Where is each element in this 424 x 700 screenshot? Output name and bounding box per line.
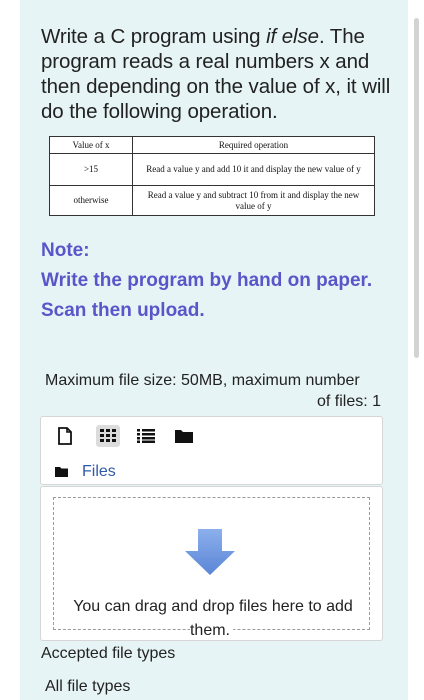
scrollbar[interactable]	[414, 18, 419, 358]
list-view-icon	[137, 429, 155, 443]
dropzone-text: You can drag and drop files here to add …	[41, 595, 382, 643]
table-row: otherwise Read a value y and subtract 10…	[49, 185, 375, 216]
grid-view-button[interactable]	[96, 425, 120, 447]
grid-view-icon	[100, 429, 116, 442]
table-cell: Read a value y and add 10 it and display…	[132, 153, 375, 186]
folder-view-icon	[175, 430, 193, 443]
table-cell: otherwise	[49, 185, 133, 216]
upload-limits: Maximum file size: 50MB, maximum number …	[45, 370, 385, 412]
file-dropzone[interactable]: You can drag and drop files here to add …	[40, 486, 383, 641]
accepted-types-value: All file types	[45, 678, 131, 695]
note-text: Write the program by hand on paper. Scan…	[41, 270, 373, 321]
accepted-types-label: Accepted file types	[41, 645, 176, 662]
folder-view-button[interactable]	[172, 425, 196, 447]
limits-line-1: Maximum file size: 50MB, maximum number	[45, 372, 360, 389]
table-cell: >15	[49, 153, 133, 186]
add-file-icon	[58, 427, 72, 445]
files-link-label: Files	[82, 463, 116, 480]
add-file-button[interactable]	[53, 425, 77, 447]
table-header: Required operation	[132, 136, 375, 154]
file-picker-toolbar: Files	[40, 416, 383, 485]
list-view-button[interactable]	[134, 425, 158, 447]
folder-icon	[55, 467, 68, 477]
question-text: Write a C program using if else. The pro…	[41, 25, 391, 123]
table-header: Value of x	[49, 136, 133, 154]
files-link[interactable]: Files	[55, 463, 116, 481]
table-cell: Read a value y and subtract 10 from it a…	[132, 185, 375, 216]
operations-table: Value of x Required operation >15 Read a…	[49, 136, 375, 216]
note-title: Note:	[41, 240, 90, 261]
limits-line-2: of files: 1	[316, 393, 381, 410]
download-arrow-icon	[185, 529, 235, 575]
table-row: >15 Read a value y and add 10 it and dis…	[49, 153, 375, 186]
table-header-row: Value of x Required operation	[49, 136, 375, 154]
note-block: Note: Write the program by hand on paper…	[41, 236, 381, 326]
